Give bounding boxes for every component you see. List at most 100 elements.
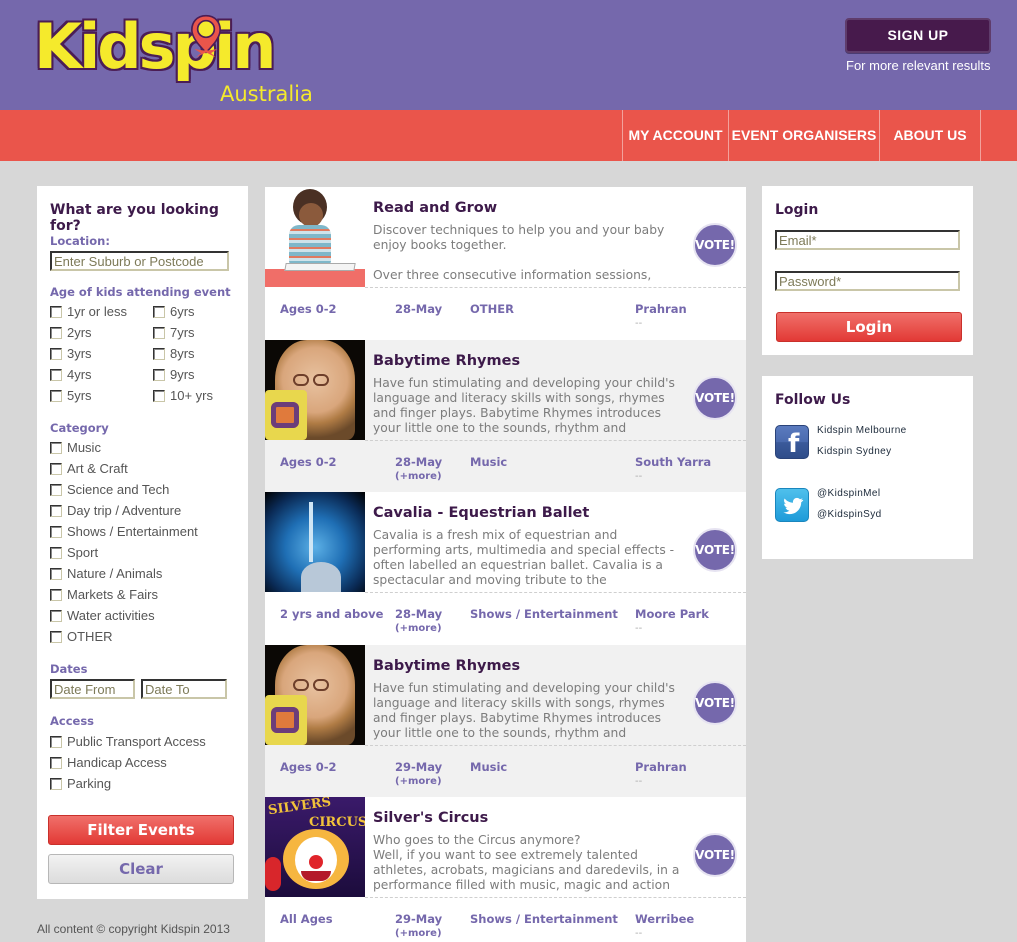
map-pin-icon (190, 14, 222, 58)
event-image[interactable] (265, 187, 365, 287)
facebook-icon[interactable]: f (775, 425, 809, 459)
age-checkbox[interactable]: 9yrs (153, 367, 195, 382)
event-title[interactable]: Babytime Rhymes (373, 353, 520, 369)
nav-divider (980, 110, 981, 161)
checkbox-label: Day trip / Adventure (67, 503, 182, 518)
follow-title: Follow Us (775, 392, 851, 408)
checkbox[interactable] (50, 462, 62, 475)
event-title[interactable]: Babytime Rhymes (373, 658, 520, 674)
checkbox[interactable] (50, 525, 62, 538)
checkbox[interactable] (50, 305, 62, 318)
category-checkbox[interactable]: Music (50, 440, 101, 455)
category-checkbox[interactable]: Science and Tech (50, 482, 169, 497)
checkbox-label: 6yrs (170, 304, 195, 319)
category-checkbox[interactable]: Nature / Animals (50, 566, 162, 581)
age-checkbox[interactable]: 7yrs (153, 325, 195, 340)
checkbox[interactable] (50, 777, 62, 790)
more-dates-link[interactable]: (+more) (395, 776, 442, 787)
checkbox[interactable] (50, 630, 62, 643)
event-title[interactable]: Read and Grow (373, 200, 497, 216)
checkbox[interactable] (50, 567, 62, 580)
vote-button[interactable]: VOTE! (693, 833, 737, 877)
access-checkbox[interactable]: Handicap Access (50, 755, 167, 770)
kidspin-logo[interactable]: Kidspin Australia (34, 12, 324, 107)
twitter-icon[interactable] (775, 488, 809, 522)
event-title[interactable]: Silver's Circus (373, 810, 488, 826)
vote-button[interactable]: VOTE! (693, 375, 737, 420)
access-checkbox[interactable]: Public Transport Access (50, 734, 206, 749)
nav-event-organisers[interactable]: EVENT ORGANISERS (728, 110, 879, 161)
checkbox[interactable] (50, 347, 62, 360)
checkbox-label: Sport (67, 545, 99, 560)
checkbox[interactable] (50, 483, 62, 496)
age-checkbox[interactable]: 8yrs (153, 346, 195, 361)
vote-button[interactable]: VOTE! (693, 680, 737, 725)
password-input[interactable] (775, 271, 960, 291)
sign-up-button[interactable]: SIGN UP (845, 18, 991, 53)
access-checkbox[interactable]: Parking (50, 776, 111, 791)
checkbox[interactable] (50, 735, 62, 748)
event-description: Have fun stimulating and developing your… (373, 375, 675, 435)
age-checkbox[interactable]: 5yrs (50, 388, 92, 403)
age-checkbox[interactable]: 10+ yrs (153, 388, 213, 403)
suburb-text: Prahran (635, 302, 687, 316)
category-checkbox[interactable]: OTHER (50, 629, 113, 644)
facebook-link-melbourne[interactable]: Kidspin Melbourne (817, 425, 907, 436)
twitter-link-syd[interactable]: @KidspinSyd (817, 509, 882, 520)
event-category: OTHER (470, 302, 514, 316)
event-image[interactable] (265, 644, 365, 745)
event-title[interactable]: Cavalia - Equestrian Ballet (373, 505, 589, 521)
facebook-link-sydney[interactable]: Kidspin Sydney (817, 446, 892, 457)
event-image[interactable]: SILVERS CIRCUS (265, 797, 365, 897)
login-button[interactable]: Login (776, 312, 962, 342)
checkbox[interactable] (50, 588, 62, 601)
date-to-input[interactable] (141, 679, 227, 699)
category-checkbox[interactable]: Water activities (50, 608, 155, 623)
clear-button[interactable]: Clear (48, 854, 234, 884)
age-checkbox[interactable]: 2yrs (50, 325, 92, 340)
vote-button[interactable]: VOTE! (693, 528, 737, 572)
checkbox[interactable] (153, 347, 165, 360)
ages-text: Ages 0-2 (280, 454, 337, 469)
nav-my-account[interactable]: MY ACCOUNT (622, 110, 728, 161)
email-input[interactable] (775, 230, 960, 250)
age-checkbox[interactable]: 6yrs (153, 304, 195, 319)
category-checkbox[interactable]: Day trip / Adventure (50, 503, 181, 518)
checkbox[interactable] (50, 609, 62, 622)
event-image[interactable] (265, 492, 365, 592)
login-title: Login (775, 202, 819, 218)
more-dates-link[interactable]: (+more) (395, 471, 442, 482)
event-image[interactable] (265, 339, 365, 440)
more-dates-link[interactable]: (+more) (395, 623, 442, 634)
date-from-input[interactable] (50, 679, 135, 699)
filter-events-button[interactable]: Filter Events (48, 815, 234, 845)
event-ages: Ages 0-2 (280, 760, 337, 774)
suburb-extra: -- (635, 775, 643, 787)
category-checkbox[interactable]: Markets & Fairs (50, 587, 158, 602)
checkbox[interactable] (50, 389, 62, 402)
checkbox-label: Parking (67, 776, 112, 791)
checkbox[interactable] (50, 756, 62, 769)
checkbox[interactable] (153, 389, 165, 402)
checkbox[interactable] (50, 441, 62, 454)
twitter-link-mel[interactable]: @KidspinMel (817, 488, 880, 499)
checkbox[interactable] (153, 326, 165, 339)
nav-about-us[interactable]: ABOUT US (879, 110, 980, 161)
vote-button[interactable]: VOTE! (693, 223, 737, 267)
checkbox[interactable] (50, 368, 62, 381)
checkbox[interactable] (50, 504, 62, 517)
age-checkbox[interactable]: 1yr or less (50, 304, 127, 319)
category-checkbox[interactable]: Sport (50, 545, 98, 560)
age-checkbox[interactable]: 4yrs (50, 367, 92, 382)
access-label: Access (50, 714, 95, 728)
age-checkbox[interactable]: 3yrs (50, 346, 92, 361)
checkbox[interactable] (50, 546, 62, 559)
category-checkbox[interactable]: Art & Craft (50, 461, 128, 476)
location-input[interactable] (50, 251, 229, 271)
more-dates-link[interactable]: (+more) (395, 928, 442, 939)
checkbox[interactable] (153, 305, 165, 318)
category-checkbox[interactable]: Shows / Entertainment (50, 524, 198, 539)
event-divider (365, 592, 746, 593)
checkbox[interactable] (153, 368, 165, 381)
checkbox[interactable] (50, 326, 62, 339)
